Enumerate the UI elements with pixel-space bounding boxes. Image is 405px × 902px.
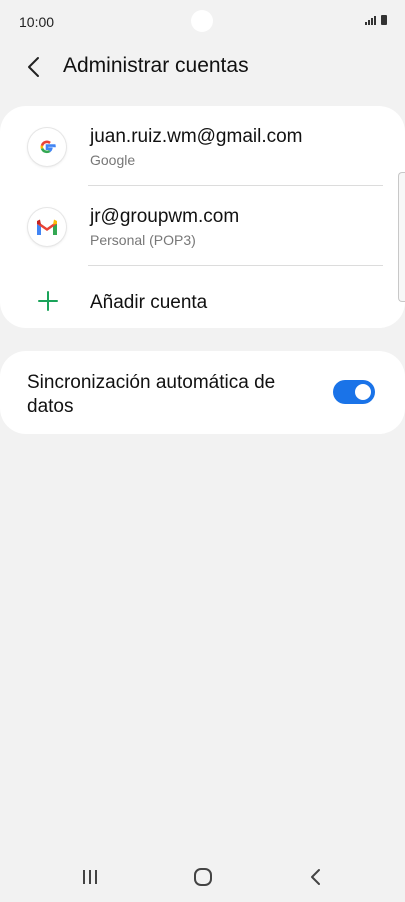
recents-button[interactable] [70, 862, 110, 892]
camera-cutout [191, 10, 213, 32]
account-email: juan.ruiz.wm@gmail.com [90, 126, 303, 147]
account-email: jr@groupwm.com [90, 206, 240, 227]
google-icon [28, 128, 66, 166]
nav-bar [0, 856, 405, 902]
auto-sync-toggle[interactable] [333, 380, 375, 404]
signal-icon [365, 16, 376, 25]
recents-icon [83, 870, 97, 884]
status-icons [365, 15, 387, 25]
page-title: Administrar cuentas [63, 54, 249, 77]
back-icon [311, 869, 320, 885]
battery-icon [381, 15, 387, 25]
account-row-google[interactable]: juan.ruiz.wm@gmail.com Google [0, 106, 405, 186]
add-account-button[interactable]: Añadir cuenta [0, 272, 405, 328]
scrollbar[interactable] [398, 172, 405, 302]
chevron-left-icon [28, 57, 39, 77]
divider [88, 265, 383, 266]
home-icon [194, 868, 212, 886]
account-type: Google [90, 152, 136, 168]
sync-card: Sincronización automática de datos [0, 351, 405, 434]
status-time: 10:00 [19, 14, 55, 30]
add-account-label: Añadir cuenta [90, 292, 208, 313]
plus-icon [38, 291, 58, 311]
app-bar: Administrar cuentas [0, 44, 405, 90]
auto-sync-label: Sincronización automática de datos [27, 372, 276, 417]
account-type: Personal (POP3) [90, 232, 196, 248]
toggle-knob [353, 382, 373, 402]
accounts-card: juan.ruiz.wm@gmail.com Google jr@groupwm… [0, 106, 405, 328]
back-button[interactable] [20, 52, 50, 82]
account-row-pop3[interactable]: jr@groupwm.com Personal (POP3) [0, 186, 405, 266]
home-button[interactable] [183, 862, 223, 892]
status-bar: 10:00 [0, 0, 405, 44]
auto-sync-row[interactable]: Sincronización automática de datos [0, 351, 405, 434]
gmail-icon [28, 208, 66, 246]
back-nav-button[interactable] [296, 862, 336, 892]
